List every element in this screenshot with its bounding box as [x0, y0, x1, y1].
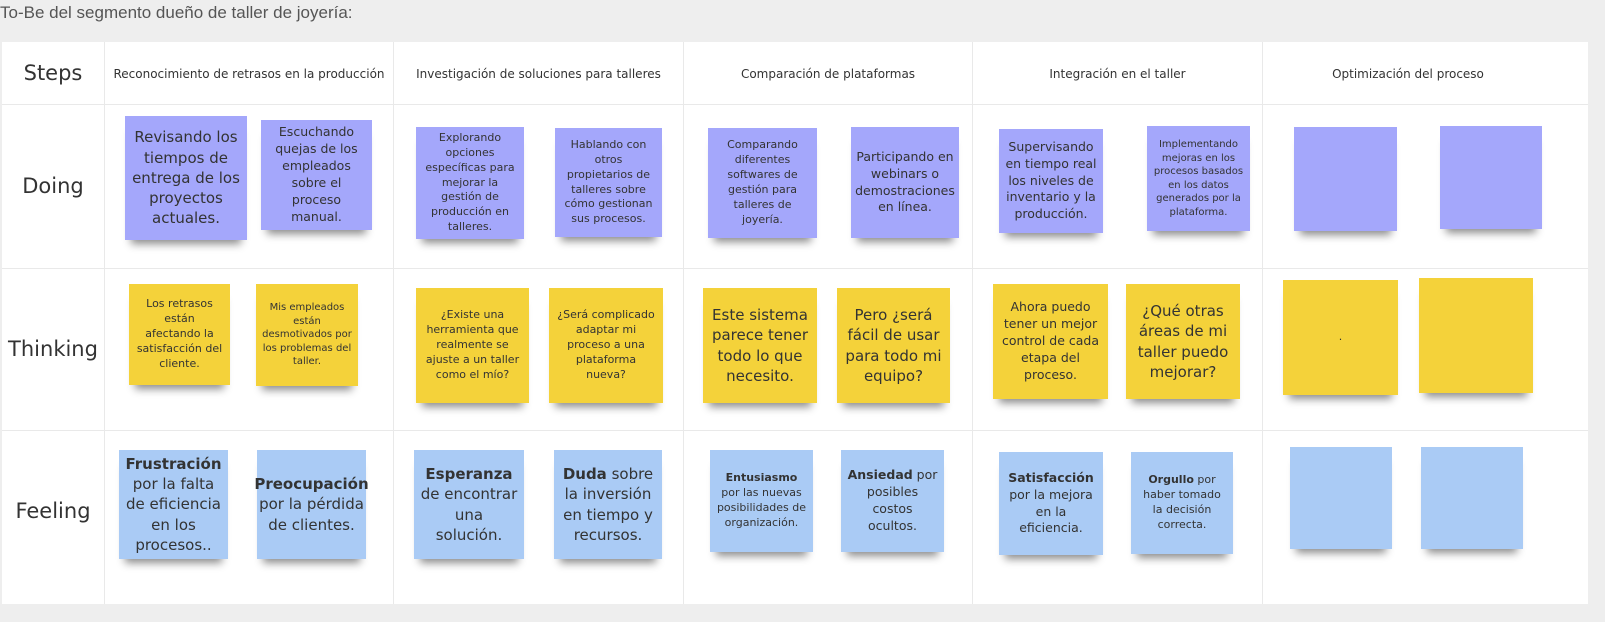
- column-divider: [972, 42, 973, 604]
- sticky-note-thinking[interactable]: Pero ¿será fácil de usar para todo mi eq…: [837, 288, 950, 403]
- sticky-note-feeling[interactable]: Esperanza de encontrar una solución.: [414, 450, 524, 559]
- sticky-note-feeling[interactable]: Satisfacción por la mejora en la eficien…: [999, 452, 1103, 555]
- column-divider: [393, 42, 394, 604]
- feeling-keyword: Preocupación: [254, 475, 369, 494]
- sticky-note-feeling[interactable]: Orgullo por haber tomado la decisión cor…: [1131, 452, 1233, 554]
- column-divider: [104, 42, 105, 604]
- column-divider: [1262, 42, 1263, 604]
- row-divider: [2, 268, 1588, 269]
- page-title: To-Be del segmento dueño de taller de jo…: [0, 3, 353, 22]
- sticky-note-doing[interactable]: [1294, 127, 1397, 231]
- step-title: Reconocimiento de retrasos en la producc…: [113, 66, 385, 81]
- row-label-feeling: Feeling: [15, 499, 91, 523]
- sticky-note-thinking[interactable]: .: [1283, 280, 1398, 395]
- sticky-note-thinking[interactable]: ¿Será complicado adaptar mi proceso a un…: [549, 288, 663, 403]
- step-title: Investigación de soluciones para tallere…: [416, 66, 661, 81]
- sticky-note-doing[interactable]: Escuchando quejas de los empleados sobre…: [261, 120, 372, 230]
- feeling-keyword: Orgullo: [1148, 473, 1194, 487]
- feeling-keyword: Satisfacción: [1008, 469, 1094, 485]
- sticky-note-feeling[interactable]: Entusiasmo por las nuevas posibilidades …: [710, 450, 813, 552]
- sticky-note-doing[interactable]: Participando en webinars o demostracione…: [851, 127, 959, 238]
- row-label-thinking: Thinking: [8, 337, 98, 361]
- step-title: Optimización del proceso: [1332, 66, 1484, 81]
- sticky-note-thinking[interactable]: ¿Existe una herramienta que realmente se…: [416, 288, 529, 403]
- sticky-note-feeling[interactable]: Duda sobre la inversión en tiempo y recu…: [554, 450, 662, 559]
- sticky-note-feeling[interactable]: Preocupación por la pérdida de clientes.: [254, 450, 369, 559]
- sticky-note-thinking[interactable]: [1419, 278, 1533, 393]
- sticky-note-feeling[interactable]: Frustración por la falta de eficiencia e…: [119, 450, 228, 559]
- feeling-text: de encontrar una solución.: [420, 485, 518, 544]
- sticky-note-doing[interactable]: Implementando mejoras en los procesos ba…: [1147, 126, 1250, 231]
- sticky-note-feeling[interactable]: [1421, 447, 1523, 549]
- sticky-note-doing[interactable]: Comparando diferentes softwares de gesti…: [708, 128, 817, 238]
- sticky-note-feeling[interactable]: [1290, 447, 1392, 549]
- row-label-doing: Doing: [22, 174, 84, 198]
- step-title: Integración en el taller: [1049, 66, 1186, 81]
- sticky-note-doing[interactable]: [1440, 126, 1542, 229]
- sticky-note-doing[interactable]: Revisando los tiempos de entrega de los …: [125, 116, 247, 240]
- step-title: Comparación de plataformas: [740, 66, 916, 81]
- journey-map-board: Steps Doing Thinking Feeling Reconocimie…: [2, 42, 1588, 604]
- feeling-keyword: Esperanza: [425, 465, 513, 483]
- sticky-note-thinking[interactable]: Los retrasos están afectando la satisfac…: [129, 284, 230, 385]
- sticky-note-doing[interactable]: Supervisando en tiempo real los niveles …: [999, 129, 1103, 233]
- feeling-text: por la mejora en la eficiencia.: [1009, 486, 1093, 536]
- sticky-note-feeling[interactable]: Ansiedad por posibles costos ocultos.: [841, 450, 944, 552]
- feeling-keyword: Entusiasmo: [725, 471, 798, 485]
- sticky-note-thinking[interactable]: Ahora puedo tener un mejor control de ca…: [993, 284, 1108, 399]
- sticky-note-thinking[interactable]: Mis empleados están desmotivados por los…: [256, 284, 358, 386]
- sticky-note-thinking[interactable]: Este sistema parece tener todo lo que ne…: [703, 288, 817, 403]
- feeling-text: por las nuevas posibilidades de organiza…: [716, 486, 807, 529]
- row-divider: [2, 430, 1588, 431]
- row-label-steps: Steps: [23, 61, 83, 85]
- sticky-note-doing[interactable]: Hablando con otros propietarios de talle…: [555, 128, 662, 237]
- column-divider: [683, 42, 684, 604]
- feeling-text: por la pérdida de clientes.: [259, 495, 364, 534]
- feeling-keyword: Ansiedad: [847, 467, 913, 483]
- feeling-keyword: Frustración: [125, 454, 222, 473]
- feeling-keyword: Duda: [562, 465, 607, 483]
- sticky-note-thinking[interactable]: ¿Qué otras áreas de mi taller puedo mejo…: [1126, 284, 1240, 399]
- feeling-text: por la falta de eficiencia en los proces…: [126, 475, 221, 554]
- sticky-note-doing[interactable]: Explorando opciones específicas para mej…: [416, 127, 524, 239]
